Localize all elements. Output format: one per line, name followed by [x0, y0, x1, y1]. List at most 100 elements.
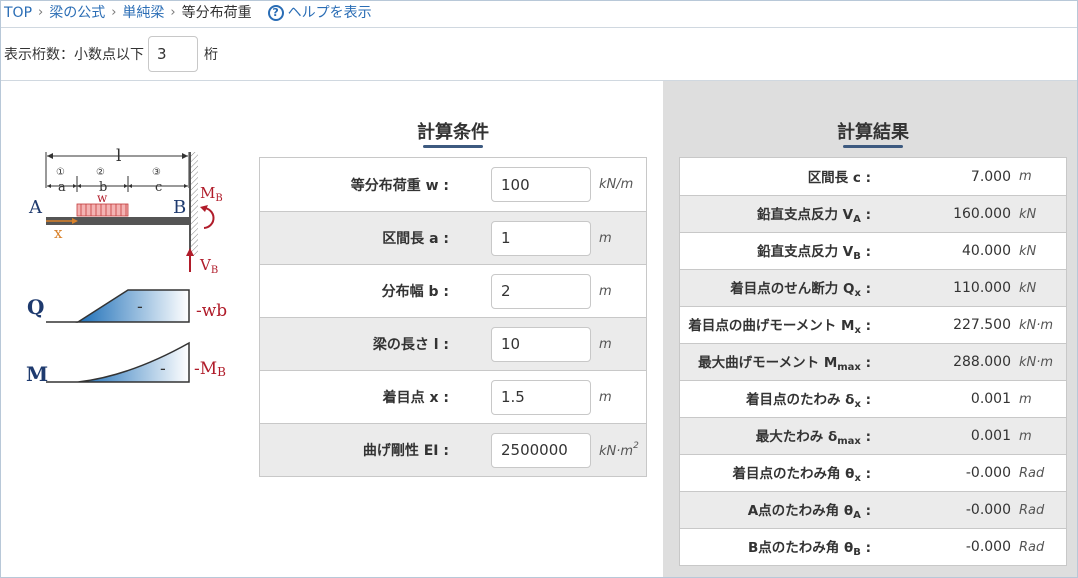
divider — [1, 27, 1077, 28]
result-value: 0.001 — [970, 391, 1011, 407]
result-value: 7.000 — [970, 168, 1011, 185]
diagram-label-negMB: -MB — [194, 359, 226, 379]
result-label: B点のたわみ角 θB : — [748, 540, 871, 558]
conditions-table: 等分布荷重 w : kN/m 区間長 a : m 分布幅 b : m 梁の長さ … — [259, 157, 647, 477]
result-label: 最大たわみ δmax : — [755, 429, 871, 447]
focus-point-input[interactable] — [491, 379, 591, 415]
diagram-label-l: l — [116, 146, 121, 166]
condition-row-l: 梁の長さ l : m — [260, 317, 646, 370]
results-title-underline — [843, 145, 903, 148]
result-row: 鉛直支点反力 VB : 40.000 kN — [680, 232, 1066, 269]
breadcrumb: TOP › 梁の公式 › 単純梁 › 等分布荷重 ? ヘルプを表示 — [4, 3, 372, 23]
result-row: 最大たわみ δmax : 0.001 m — [680, 417, 1066, 454]
result-value: 0.001 — [970, 428, 1011, 444]
diagram-label-a: a — [58, 180, 66, 195]
diagram-label-A: A — [28, 197, 43, 218]
breadcrumb-beam-formula-link[interactable]: 梁の公式 — [49, 3, 105, 23]
segment-length-a-input[interactable] — [491, 220, 591, 256]
condition-unit: m — [599, 389, 612, 405]
result-label: 着目点の曲げモーメント Mx : — [688, 318, 871, 336]
help-link-label: ヘルプを表示 — [287, 5, 372, 21]
decimal-places-input[interactable] — [148, 36, 198, 72]
chevron-right-icon: › — [38, 5, 44, 20]
uniform-load-input[interactable] — [491, 167, 591, 202]
diagram-label-MB: MB — [200, 184, 223, 204]
load-width-b-input[interactable] — [491, 273, 591, 309]
result-unit: Rad — [1019, 539, 1045, 555]
chevron-right-icon: › — [111, 5, 117, 20]
question-circle-icon: ? — [267, 5, 284, 21]
condition-unit: m — [599, 283, 612, 299]
condition-row-b: 分布幅 b : m — [260, 264, 646, 317]
conditions-title: 計算条件 — [417, 122, 489, 143]
result-value: 110.000 — [953, 280, 1011, 296]
diagram-label-x: x — [54, 224, 63, 242]
condition-unit: kN/m — [599, 177, 634, 192]
result-label: A点のたわみ角 θA : — [747, 503, 871, 521]
result-row: B点のたわみ角 θB : -0.000 Rad — [680, 528, 1066, 565]
result-row: 着目点の曲げモーメント Mx : 227.500 kN·m — [680, 306, 1066, 343]
beam-diagram: l ① ② ③ a b c w A B x MB VB Q - -wb M - — [26, 146, 227, 386]
condition-row-w: 等分布荷重 w : kN/m — [260, 158, 646, 211]
result-row: 着目点のせん断力 Qx : 110.000 kN — [680, 269, 1066, 306]
result-unit: m — [1019, 169, 1032, 184]
diagram-label-n2: ② — [96, 167, 105, 178]
result-label: 鉛直支点反力 VB : — [757, 244, 871, 262]
flexural-rigidity-input[interactable] — [491, 432, 591, 468]
diagram-label-n1: ① — [56, 167, 65, 178]
diagram-label-w: w — [97, 191, 108, 205]
result-label: 区間長 c : — [807, 169, 871, 186]
condition-label: 曲げ剛性 EI : — [362, 443, 449, 459]
breadcrumb-current: 等分布荷重 — [181, 5, 252, 21]
diagram-label-M: M — [26, 362, 48, 386]
result-row: 着目点のたわみ角 θx : -0.000 Rad — [680, 454, 1066, 491]
diagram-label-Q: Q — [27, 295, 44, 319]
condition-label: 梁の長さ l : — [372, 337, 449, 353]
condition-unit: m — [599, 336, 612, 352]
condition-label: 着目点 x : — [382, 390, 449, 406]
result-unit: Rad — [1019, 465, 1045, 481]
diagram-label-B: B — [173, 197, 186, 218]
diagram-label-VB: VB — [199, 256, 218, 276]
diagram-label-n3: ③ — [152, 167, 161, 178]
result-label: 着目点のたわみ δx : — [745, 392, 871, 410]
result-unit: m — [1019, 428, 1032, 444]
result-unit: kN — [1019, 243, 1037, 259]
result-row: A点のたわみ角 θA : -0.000 Rad — [680, 491, 1066, 528]
beam-length-input[interactable] — [491, 326, 591, 362]
breadcrumb-top-link[interactable]: TOP — [4, 3, 32, 23]
result-label: 着目点のたわみ角 θx : — [732, 466, 871, 484]
condition-label: 等分布荷重 w : — [350, 177, 449, 194]
display-digits-row: 表示桁数：小数点以下 桁 — [4, 36, 218, 72]
condition-row-ei: 曲げ剛性 EI : kN·m2 — [260, 423, 646, 476]
display-digits-unit: 桁 — [204, 47, 218, 63]
condition-row-x: 着目点 x : m — [260, 370, 646, 423]
result-value: 227.500 — [953, 317, 1011, 333]
help-link[interactable]: ? ヘルプを表示 — [267, 3, 372, 23]
result-value: -0.000 — [965, 465, 1011, 481]
result-label: 鉛直支点反力 VA : — [756, 207, 871, 225]
result-row: 最大曲げモーメント Mmax : 288.000 kN·m — [680, 343, 1066, 380]
result-value: -0.000 — [965, 539, 1011, 555]
result-value: -0.000 — [965, 502, 1011, 518]
display-digits-label: 表示桁数：小数点以下 — [4, 47, 144, 63]
diagram-q-minus: - — [137, 297, 143, 316]
result-value: 288.000 — [953, 354, 1011, 370]
condition-row-a: 区間長 a : m — [260, 211, 646, 264]
result-row: 着目点のたわみ δx : 0.001 m — [680, 380, 1066, 417]
result-label: 最大曲げモーメント Mmax : — [698, 355, 871, 373]
result-unit: m — [1019, 391, 1032, 407]
diagram-m-minus: - — [160, 359, 166, 378]
diagram-label-wb: -wb — [196, 301, 227, 321]
condition-label: 分布幅 b : — [381, 284, 449, 300]
result-unit: kN·m — [1019, 317, 1054, 333]
results-table: 区間長 c : 7.000 m 鉛直支点反力 VA : 160.000 kN 鉛… — [679, 157, 1067, 566]
condition-unit: m — [599, 230, 612, 246]
result-row: 鉛直支点反力 VA : 160.000 kN — [680, 195, 1066, 232]
results-title: 計算結果 — [837, 122, 909, 143]
diagram-label-c: c — [155, 180, 162, 195]
result-unit: Rad — [1019, 502, 1045, 518]
breadcrumb-simple-beam-link[interactable]: 単純梁 — [122, 3, 164, 23]
chevron-right-icon: › — [170, 5, 176, 20]
condition-label: 区間長 a : — [382, 231, 449, 247]
